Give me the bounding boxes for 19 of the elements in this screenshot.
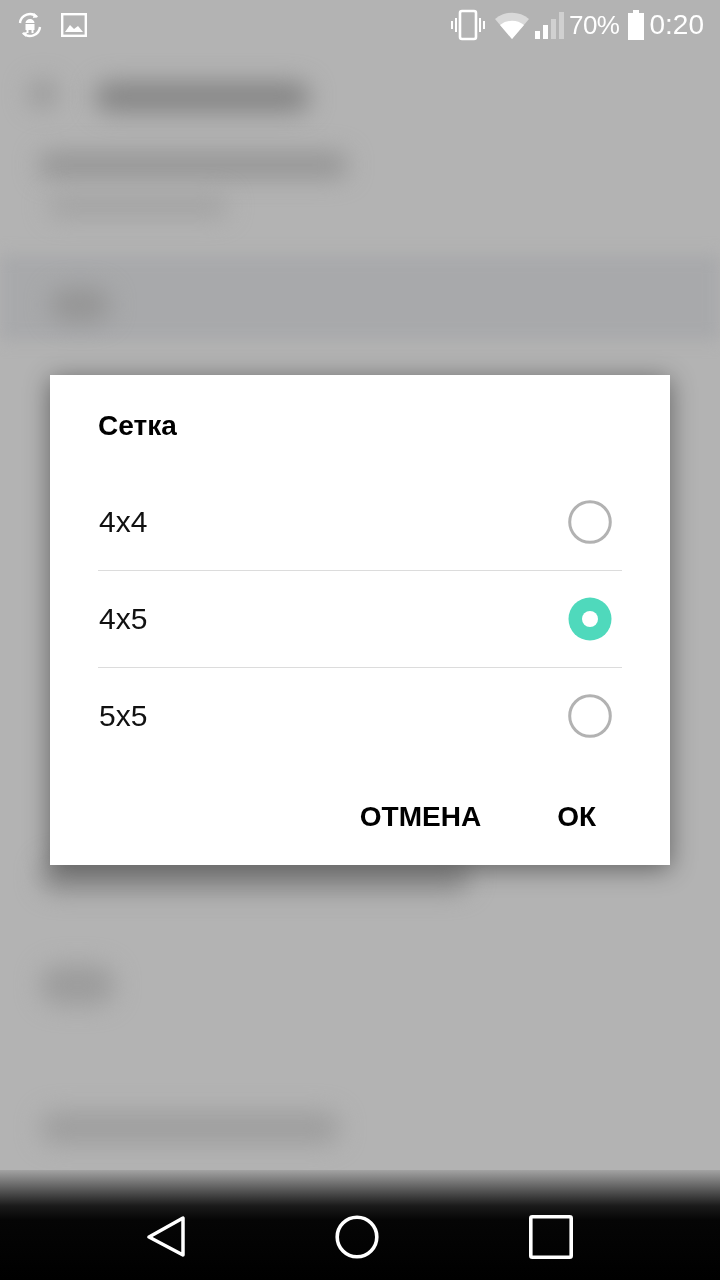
image-icon [61,13,87,37]
cancel-button[interactable]: ОТМЕНА [349,795,492,839]
signal-icon [534,11,564,39]
battery-percentage: 70% [568,12,620,38]
radio-button[interactable] [568,500,612,544]
option-label[interactable]: 5x5 [98,701,148,731]
radio-button[interactable] [568,694,612,738]
sync-icon [16,11,44,39]
home-icon[interactable] [335,1215,379,1259]
recent-apps-icon[interactable] [529,1215,573,1259]
option-label[interactable]: 4x5 [98,604,148,634]
radio-button[interactable] [568,597,612,641]
option-label[interactable]: 4x4 [98,507,148,537]
clock: 0:20 [649,11,704,39]
back-icon[interactable] [147,1216,185,1258]
vibrate-icon [450,9,485,41]
ok-button[interactable]: ОК [547,795,606,839]
dialog-title: Сетка [98,409,177,443]
wifi-icon [494,11,529,39]
